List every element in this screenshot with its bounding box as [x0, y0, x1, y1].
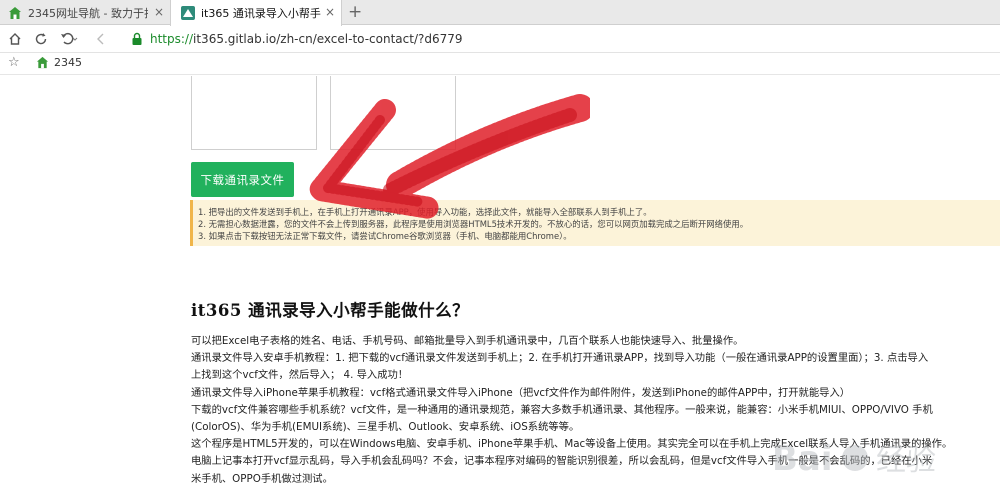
paragraph-line: 通讯录文件导入iPhone苹果手机教程：vcf格式通讯录文件导入iPhone（把…: [191, 386, 851, 399]
svg-text:经验: 经验: [876, 443, 936, 478]
notice-line: 1. 把导出的文件发送到手机上，在手机上打开通讯录APP，使用导入功能，选择此文…: [198, 207, 652, 217]
close-tab-icon[interactable]: ×: [325, 5, 335, 19]
preview-box: [191, 76, 317, 150]
paragraph-line: 通讯录文件导入安卓手机教程：1. 把下载的vcf通讯录文件发送到手机上；2. 在…: [191, 352, 929, 365]
undo-icon[interactable]: [60, 30, 78, 48]
it365-favicon-icon: [181, 6, 195, 20]
bookmark-label: 2345: [54, 56, 82, 69]
section-title: it365 通讯录导入小帮手能做什么？: [191, 301, 470, 320]
paragraph-line: 可以把Excel电子表格的姓名、电话、手机号码、邮箱批量导入到手机通讯录中，几百…: [191, 335, 744, 347]
new-tab-icon[interactable]: +: [348, 2, 362, 22]
tab-it365[interactable]: it365 通讯录导入小帮手 | 通讯 ×: [170, 0, 342, 26]
home-icon[interactable]: [6, 30, 24, 48]
home-favicon-icon: [36, 56, 49, 69]
star-icon[interactable]: ☆: [8, 55, 20, 70]
url-scheme: https://: [150, 32, 194, 46]
tab-label: it365 通讯录导入小帮手 | 通讯: [201, 7, 321, 20]
tab-strip: 2345网址导航 - 致力于打造百 × it365 通讯录导入小帮手 | 通讯 …: [0, 0, 1000, 26]
tab-label: 2345网址导航 - 致力于打造百: [28, 6, 148, 20]
notice-box: 1. 把导出的文件发送到手机上，在手机上打开通讯录APP，使用导入功能，选择此文…: [190, 200, 1000, 246]
lock-icon: [132, 32, 142, 45]
url-path: it365.gitlab.io/zh-cn/excel-to-contact/?…: [193, 32, 463, 46]
svg-text:Bai: Bai: [772, 439, 833, 479]
notice-line: 3. 如果点击下载按钮无法正常下载文件，请尝试Chrome谷歌浏览器（手机、电脑…: [198, 231, 572, 241]
refresh-icon[interactable]: [32, 30, 50, 48]
tab-2345[interactable]: 2345网址导航 - 致力于打造百 ×: [0, 0, 170, 25]
back-icon[interactable]: [92, 30, 110, 48]
preview-box: [330, 76, 456, 150]
bookmarks-bar: ☆ 2345: [0, 53, 1000, 75]
home-favicon-icon: [9, 6, 21, 19]
paragraph-line: 上找到这个vcf文件，然后导入； 4. 导入成功！: [191, 369, 409, 382]
bookmark-2345[interactable]: 2345: [36, 56, 82, 69]
notice-line: 2. 无需担心数据泄露，您的文件不会上传到服务器，此程序是使用浏览器HTML5技…: [198, 219, 749, 229]
close-tab-icon[interactable]: ×: [154, 5, 164, 19]
paragraph-line: 下载的vcf文件兼容哪些手机系统？vcf文件，是一种通用的通讯录规范，兼容大多数…: [191, 403, 933, 416]
address-bar[interactable]: https://it365.gitlab.io/zh-cn/excel-to-c…: [130, 28, 1000, 50]
baidu-watermark: Bai 经验: [772, 439, 936, 479]
navigation-bar: https://it365.gitlab.io/zh-cn/excel-to-c…: [0, 26, 1000, 53]
download-contacts-button[interactable]: 下载通讯录文件: [191, 162, 294, 197]
page-content: 下载通讯录文件 1. 把导出的文件发送到手机上，在手机上打开通讯录APP，使用导…: [0, 76, 1000, 502]
